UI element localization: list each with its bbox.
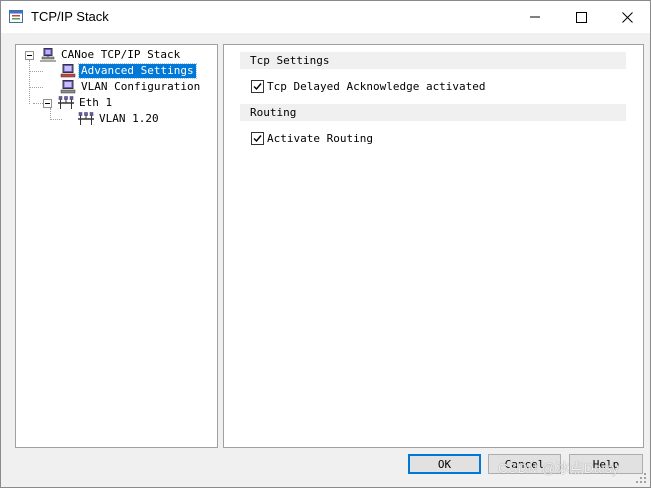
monitor-icon [60, 80, 76, 94]
tree-line [29, 87, 43, 89]
close-button[interactable] [604, 1, 650, 33]
ok-button[interactable]: OK [408, 454, 481, 474]
network-icon [78, 112, 94, 125]
tree-item-label: VLAN Configuration [81, 80, 201, 93]
minimize-icon [530, 16, 540, 18]
tree-line [50, 119, 62, 121]
tcp-settings-heading: Tcp Settings [240, 52, 626, 69]
title-bar[interactable]: TCP/IP Stack [1, 1, 650, 33]
tree-item-label: Advanced Settings [78, 63, 197, 79]
tree-item-label: VLAN 1.20 [99, 112, 159, 125]
computer-icon [60, 64, 76, 78]
tree-item-eth-1[interactable]: Eth 1 [58, 95, 114, 111]
routing-heading: Routing [240, 104, 626, 121]
activate-routing-checkbox[interactable] [251, 131, 264, 145]
dialog-window: TCP/IP Stack CANoe TCP/IP Stack Advanced… [0, 0, 651, 488]
tree-item-vlan-configuration[interactable]: VLAN Configuration [60, 79, 202, 95]
tree-item-vlan-1-20[interactable]: VLAN 1.20 [78, 111, 161, 127]
settings-panel: Tcp Settings Tcp Delayed Acknowledge act… [223, 44, 644, 448]
maximize-icon [575, 11, 587, 23]
tree-line [29, 71, 43, 73]
tree-item-advanced-settings[interactable]: Advanced Settings [60, 63, 197, 79]
minimize-button[interactable] [512, 1, 558, 33]
tree-item-label: CANoe TCP/IP Stack [61, 48, 181, 61]
checkmark-icon [253, 82, 262, 90]
checkmark-icon [253, 134, 262, 142]
activate-routing-label: Activate Routing [267, 131, 373, 145]
watermark: CSDN @冰点Daisy [498, 460, 619, 476]
collapse-toggle-root[interactable] [25, 51, 34, 60]
computer-network-icon [40, 48, 56, 62]
tcp-delayed-ack-label: Tcp Delayed Acknowledge activated [267, 79, 486, 93]
tree-item-root[interactable]: CANoe TCP/IP Stack [40, 47, 182, 63]
tree-item-label: Eth 1 [79, 96, 113, 109]
network-icon [58, 96, 74, 109]
tree-panel[interactable]: CANoe TCP/IP Stack Advanced Settings VLA… [15, 44, 218, 448]
tcp-delayed-ack-checkbox[interactable] [251, 79, 264, 93]
app-icon [9, 10, 23, 23]
resize-grip-icon[interactable] [635, 472, 647, 484]
maximize-button[interactable] [558, 1, 604, 33]
activate-routing-option[interactable]: Activate Routing [251, 130, 373, 146]
collapse-toggle-eth[interactable] [43, 99, 52, 108]
tree-line [29, 60, 31, 104]
tree-line [33, 103, 43, 105]
tcp-delayed-ack-option[interactable]: Tcp Delayed Acknowledge activated [251, 78, 486, 94]
window-title: TCP/IP Stack [31, 9, 109, 24]
close-icon [621, 11, 633, 23]
